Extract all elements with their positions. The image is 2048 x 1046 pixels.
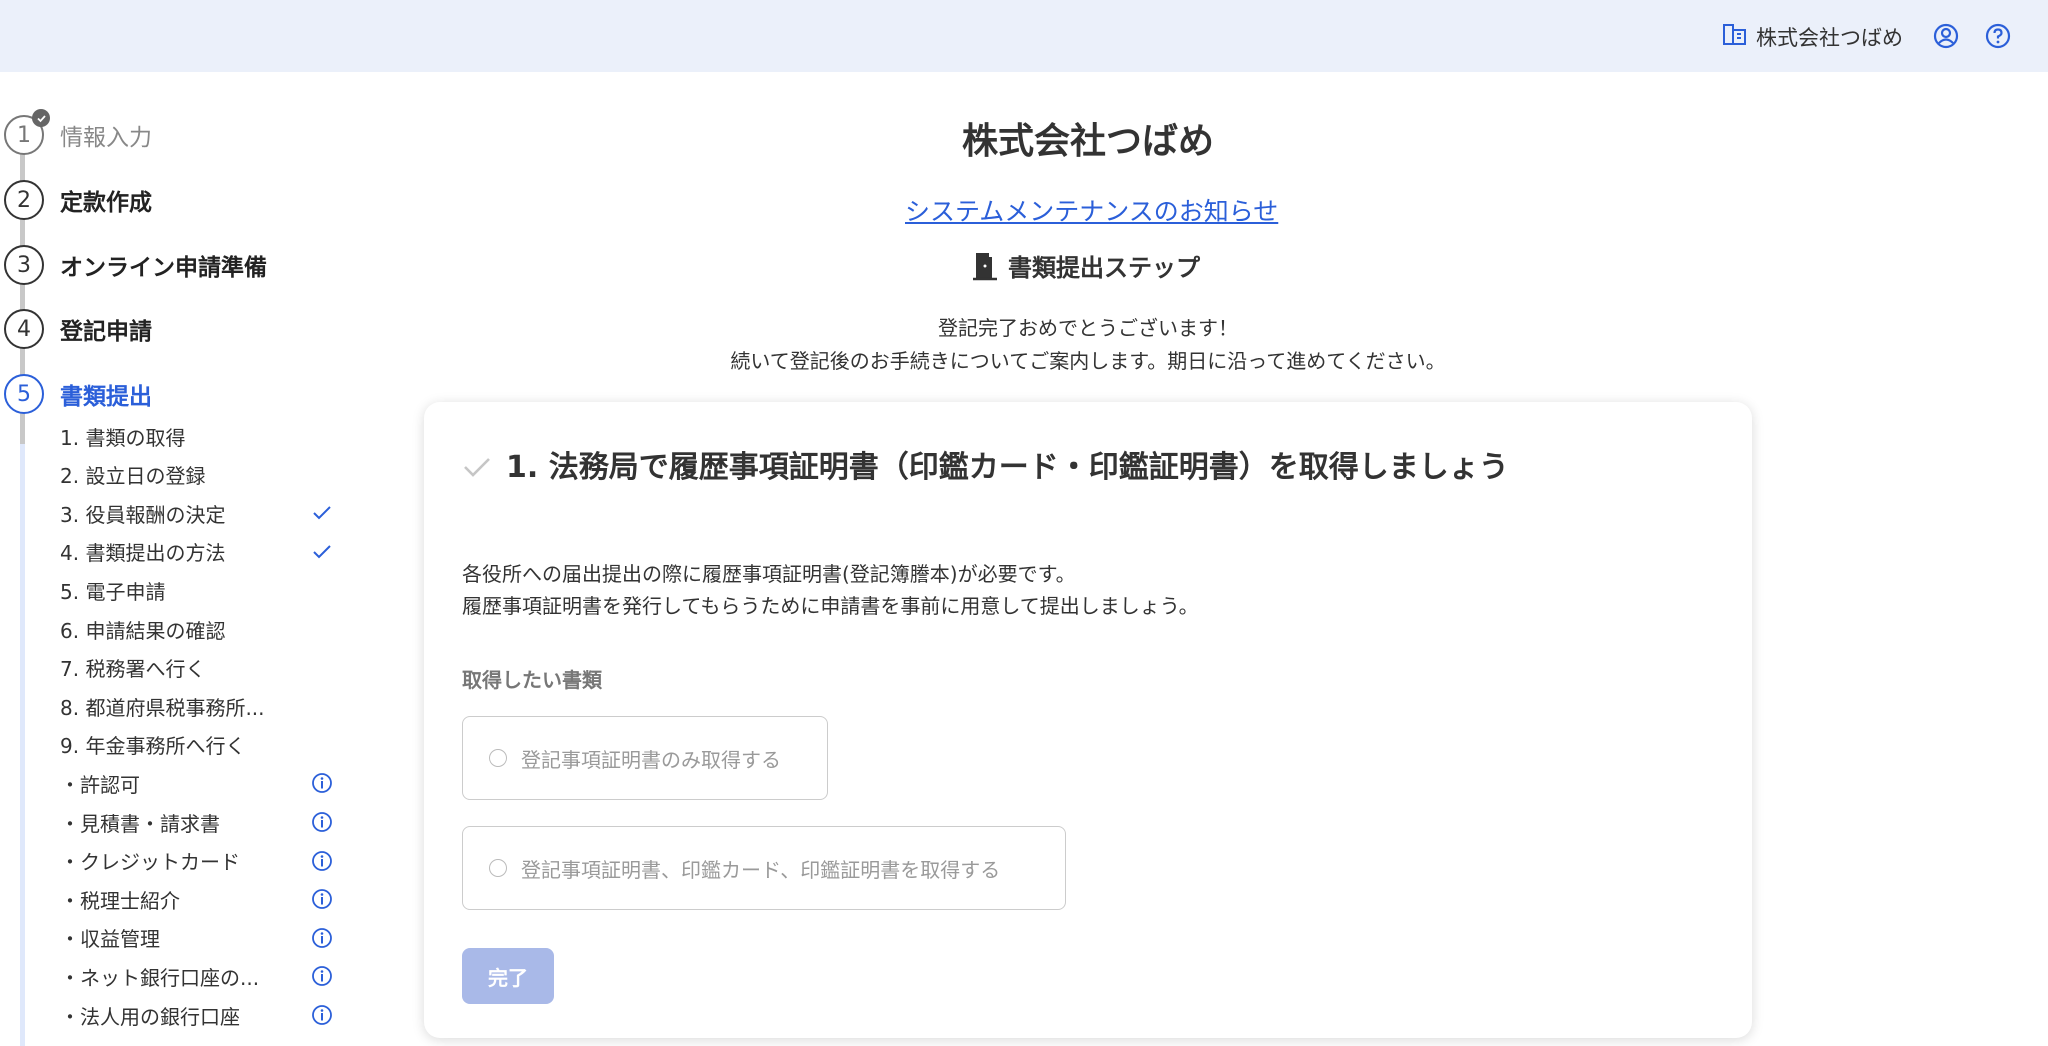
step-number: 2 [4, 180, 44, 220]
section-heading: 書類提出ステップ [972, 248, 1200, 283]
section-heading-text: 書類提出ステップ [1008, 254, 1200, 282]
sidebar-subitem[interactable]: ・収益管理 [60, 922, 340, 954]
page-title: 株式会社つばめ [961, 121, 1214, 162]
company-switcher[interactable]: 株式会社つばめ [1722, 22, 1903, 52]
info-icon[interactable] [310, 1003, 334, 1027]
sidebar-subitem-label: 1. 書類の取得 [60, 425, 186, 450]
info-icon[interactable] [310, 964, 334, 988]
sidebar-subitem[interactable]: 2. 設立日の登録 [60, 459, 340, 491]
info-icon[interactable] [310, 849, 334, 873]
info-icon[interactable] [310, 771, 334, 795]
top-header: 株式会社つばめ [0, 0, 2048, 72]
sidebar-subitem[interactable]: ・税理士紹介 [60, 883, 340, 915]
sidebar-subitem[interactable]: 4. 書類提出の方法 [60, 536, 340, 568]
sidebar-subitem-label: 9. 年金事務所へ行く [60, 734, 246, 759]
sidebar-subitem[interactable]: 7. 税務署へ行く [60, 652, 340, 684]
info-icon[interactable] [310, 926, 334, 950]
sidebar-subitem-label: ・許認可 [60, 772, 140, 797]
sidebar-subitem-label: ・ネット銀行口座の... [60, 965, 260, 990]
sidebar-subitem[interactable]: ・許認可 [60, 767, 340, 799]
option-label: 登記事項証明書、印鑑カード、印鑑証明書を取得する [521, 857, 1001, 882]
option-certificate-seal-card[interactable]: 登記事項証明書、印鑑カード、印鑑証明書を取得する [462, 826, 1066, 910]
step-5[interactable]: 5 書類提出 [4, 374, 152, 414]
sidebar-subitem-label: 2. 設立日の登録 [60, 464, 206, 489]
step-number: 5 [4, 374, 44, 414]
sidebar-subitem-label: 3. 役員報酬の決定 [60, 502, 226, 527]
task-card: 1. 法務局で履歴事項証明書（印鑑カード・印鑑証明書）を取得しましょう 各役所へ… [424, 402, 1752, 1038]
card-description-line-2: 履歴事項証明書を発行してもらうために申請書を事前に用意して提出しましょう。 [462, 594, 1199, 618]
sidebar-subitem-label: ・見積書・請求書 [60, 811, 220, 836]
radio-button[interactable] [489, 859, 507, 877]
sidebar-subitem[interactable]: 1. 書類の取得 [60, 420, 340, 452]
card-title: 1. 法務局で履歴事項証明書（印鑑カード・印鑑証明書）を取得しましょう [462, 442, 1509, 486]
radio-button[interactable] [489, 749, 507, 767]
card-description-line-1: 各役所への届出提出の際に履歴事項証明書(登記簿謄本)が必要です。 [462, 562, 1076, 586]
sidebar-subitem[interactable]: ・ネット銀行口座の... [60, 960, 340, 992]
door-icon [972, 251, 998, 281]
maintenance-notice-link[interactable]: システムメンテナンスのお知らせ [905, 192, 1278, 228]
step-3[interactable]: 3 オンライン申請準備 [4, 245, 267, 285]
sidebar-subitem-label: ・収益管理 [60, 927, 160, 952]
info-icon[interactable] [310, 810, 334, 834]
building-icon [1722, 23, 1748, 51]
account-icon[interactable] [1932, 22, 1960, 50]
company-name: 株式会社つばめ [1756, 26, 1903, 50]
step-label: オンライン申請準備 [60, 255, 267, 281]
progress-sidebar: 1 情報入力 2 定款作成 3 オンライン申請準備 4 登記申請 5 書類提出 … [0, 72, 360, 1046]
step-number: 3 [4, 245, 44, 285]
intro-line-2: 続いて登記後のお手続きについてご案内します。期日に沿って進めてください。 [730, 349, 1446, 373]
intro-line-1: 登記完了おめでとうございます！ [938, 316, 1238, 340]
option-label: 登記事項証明書のみ取得する [521, 747, 781, 772]
sidebar-subitem[interactable]: ・見積書・請求書 [60, 806, 340, 838]
sidebar-subitem-label: 5. 電子申請 [60, 579, 166, 604]
sidebar-subitem[interactable]: ・クレジットカード [60, 845, 340, 877]
sidebar-subitem[interactable]: 9. 年金事務所へ行く [60, 729, 340, 761]
progress-rail-active [20, 444, 25, 1046]
sidebar-subitem-label: ・クレジットカード [60, 850, 240, 875]
sidebar-subitem[interactable]: 6. 申請結果の確認 [60, 613, 340, 645]
step-2[interactable]: 2 定款作成 [4, 180, 152, 220]
help-icon[interactable] [1984, 22, 2012, 50]
complete-button[interactable]: 完了 [462, 948, 554, 1004]
document-field-label: 取得したい書類 [462, 668, 602, 692]
step-label: 定款作成 [60, 190, 152, 216]
sidebar-subitem[interactable]: 8. 都道府県税事務所... [60, 690, 340, 722]
sidebar-subitem-label: 4. 書類提出の方法 [60, 541, 226, 566]
sidebar-subitem-label: ・税理士紹介 [60, 888, 180, 913]
info-icon[interactable] [310, 887, 334, 911]
step-label: 書類提出 [60, 384, 152, 410]
card-title-text: 1. 法務局で履歴事項証明書（印鑑カード・印鑑証明書）を取得しましょう [506, 450, 1509, 485]
check-icon [310, 540, 334, 564]
option-certificate-only[interactable]: 登記事項証明書のみ取得する [462, 716, 828, 800]
sidebar-subitem[interactable]: 3. 役員報酬の決定 [60, 497, 340, 529]
sidebar-subitem[interactable]: 5. 電子申請 [60, 574, 340, 606]
check-icon [310, 501, 334, 525]
sidebar-subitem-label: 6. 申請結果の確認 [60, 618, 226, 643]
sidebar-subitem[interactable]: ・法人用の銀行口座 [60, 999, 340, 1031]
check-icon [462, 452, 492, 477]
sidebar-subitem-label: 7. 税務署へ行く [60, 657, 206, 682]
sidebar-subitem-label: 8. 都道府県税事務所... [60, 695, 265, 720]
sidebar-subitem-label: ・法人用の銀行口座 [60, 1004, 240, 1029]
